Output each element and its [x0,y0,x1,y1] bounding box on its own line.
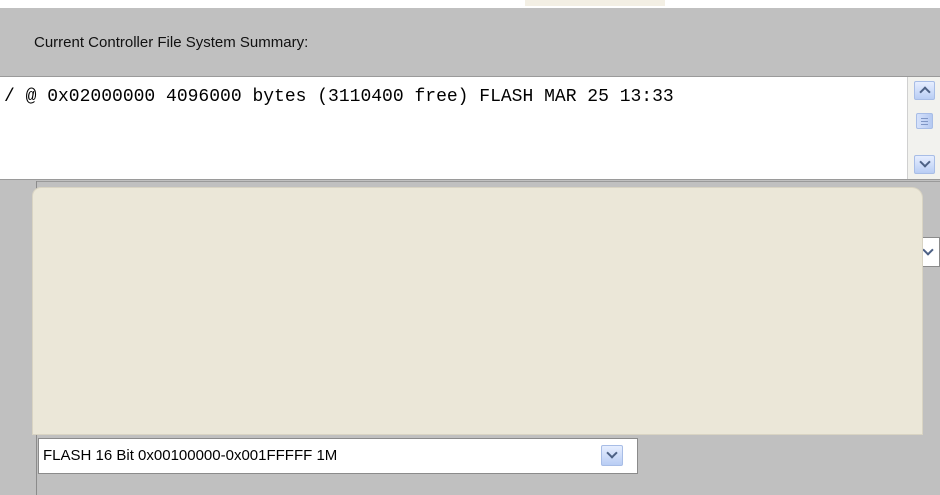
chevron-up-icon[interactable] [914,81,935,100]
file-system-dialog: Current Controller File System Summary: … [0,0,940,495]
chevron-down-icon[interactable] [914,155,935,174]
file-system-summary-text: / @ 0x02000000 4096000 bytes (3110400 fr… [4,87,674,107]
memory-region-select[interactable]: FLASH 16 Bit 0x00100000-0x001FFFFF 1M [38,438,638,474]
summary-scrollbar[interactable] [907,77,940,179]
top-strip [0,0,940,8]
memory-region-selected-value: FLASH 16 Bit 0x00100000-0x001FFFFF 1M [43,447,338,464]
file-system-summary-label: Current Controller File System Summary: [34,34,309,51]
top-strip-accent [525,0,665,6]
chevron-down-icon[interactable] [601,445,623,466]
overlay-panel [33,188,922,434]
grip-icon [921,118,928,119]
scrollbar-thumb[interactable] [916,113,933,129]
file-system-summary-textarea[interactable]: / @ 0x02000000 4096000 bytes (3110400 fr… [0,76,940,180]
